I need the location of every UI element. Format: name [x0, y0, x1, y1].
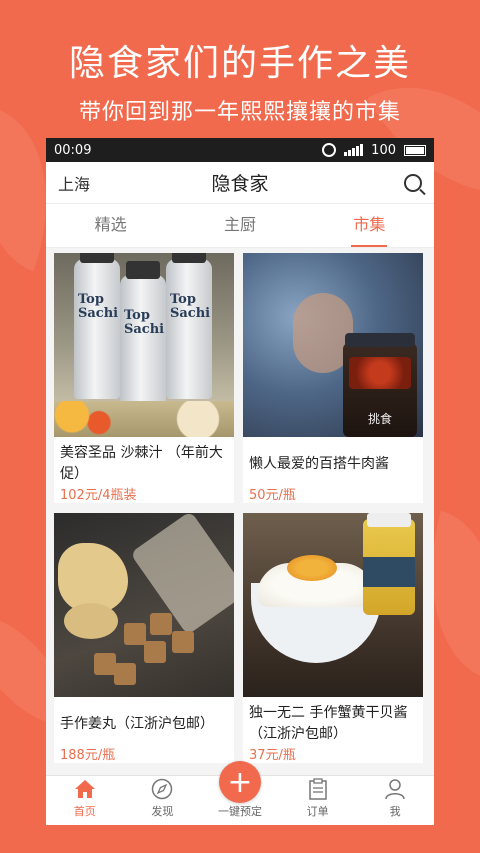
tab-featured[interactable]: 精选 [46, 204, 175, 247]
product-card[interactable]: 独一无二 手作蟹黄干贝酱（江浙沪包邮） 37元/瓶 [243, 513, 423, 763]
product-photo: 挑食 [243, 253, 423, 437]
tab-market[interactable]: 市集 [305, 204, 434, 247]
bottle-label: Top Sachi [78, 292, 119, 321]
quick-reserve-button[interactable]: + [219, 761, 261, 803]
city-selector[interactable]: 上海 [58, 171, 118, 195]
product-photo: Top Sachi Top Sachi Top Sachi [54, 253, 234, 437]
nav-discover[interactable]: 发现 [124, 776, 202, 825]
tab-chefs[interactable]: 主厨 [175, 204, 304, 247]
battery-icon [404, 144, 426, 156]
product-card[interactable]: 挑食 懒人最爱的百搭牛肉酱 50元/瓶 [243, 253, 423, 503]
product-price: 37元/瓶 [249, 748, 296, 763]
product-name: 手作姜丸（江浙沪包邮） [60, 716, 214, 732]
status-bar: 00:09 100 [46, 138, 434, 162]
product-grid: Top Sachi Top Sachi Top Sachi 美容圣品 沙棘汁 （… [46, 248, 434, 775]
alarm-icon [322, 143, 337, 157]
user-icon [383, 778, 407, 800]
nav-discover-label: 发现 [151, 805, 174, 818]
nav-home-label: 首页 [73, 805, 96, 818]
product-card[interactable]: Top Sachi Top Sachi Top Sachi 美容圣品 沙棘汁 （… [54, 253, 234, 503]
status-time: 00:09 [54, 142, 92, 158]
app-title: 隐食家 [211, 173, 269, 195]
nav-reserve-label: 一键预定 [217, 805, 262, 818]
product-name: 懒人最爱的百搭牛肉酱 [249, 456, 389, 472]
nav-home[interactable]: 首页 [46, 776, 124, 825]
product-card[interactable]: 手作姜丸（江浙沪包邮） 188元/瓶 [54, 513, 234, 763]
nav-me[interactable]: 我 [356, 776, 434, 825]
signal-icon [344, 144, 364, 156]
product-price: 102元/4瓶装 [60, 488, 137, 503]
home-icon [73, 778, 97, 800]
promo-title: 隐食家们的手作之美 [68, 43, 411, 84]
bottle-label: Top Sachi [170, 292, 211, 321]
promo-subtitle: 带你回到那一年熙熙攘攘的市集 [78, 100, 401, 125]
product-photo [243, 513, 423, 697]
category-tabs: 精选 主厨 市集 [46, 204, 434, 248]
product-name: 美容圣品 沙棘汁 （年前大促） [60, 445, 223, 482]
nav-orders[interactable]: 订单 [279, 776, 357, 825]
nav-orders-label: 订单 [306, 805, 329, 818]
search-button[interactable] [362, 173, 422, 192]
bottle-label: Top Sachi [124, 308, 165, 337]
product-price: 50元/瓶 [249, 488, 296, 503]
battery-level: 100 [371, 142, 396, 158]
phone-screen: 00:09 100 上海 隐食家 精选 主厨 市集 Top Sachi Top … [46, 138, 434, 825]
app-header: 上海 隐食家 [46, 162, 434, 204]
product-name: 独一无二 手作蟹黄干贝酱（江浙沪包邮） [249, 705, 408, 742]
product-photo [54, 513, 234, 697]
plus-icon: + [227, 764, 253, 800]
product-price: 188元/瓶 [60, 748, 116, 763]
compass-icon [150, 778, 174, 800]
search-icon [403, 173, 422, 192]
clipboard-icon [306, 778, 330, 800]
nav-me-label: 我 [389, 805, 401, 818]
jar-label: 挑食 [367, 412, 392, 426]
